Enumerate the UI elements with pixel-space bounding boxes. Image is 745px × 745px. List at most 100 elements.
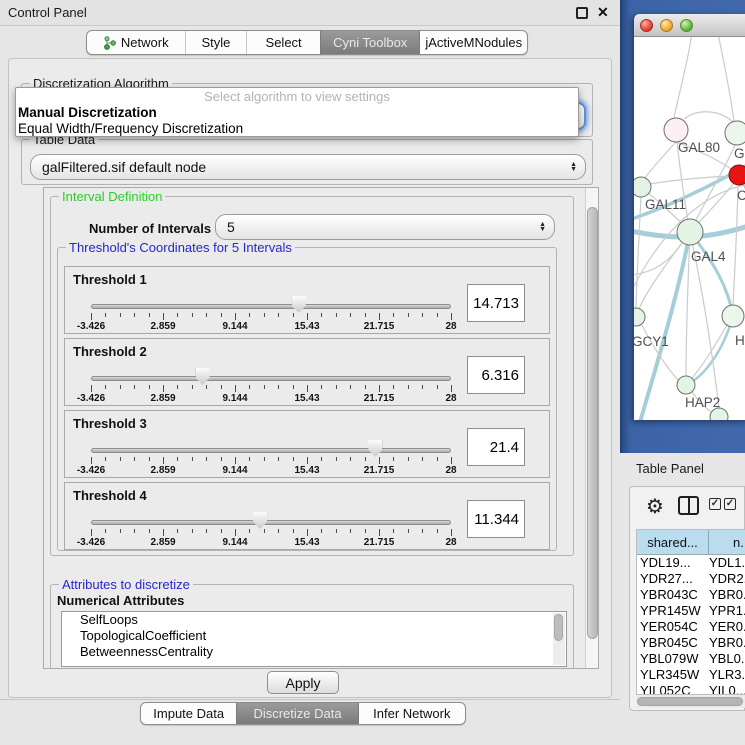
slider-tick-label: -3.426 <box>77 393 105 404</box>
tab-label: Discretize Data <box>253 706 341 721</box>
slider-thumb[interactable] <box>253 512 267 529</box>
tab-jactivemnodules[interactable]: jActiveMNodules <box>419 31 527 54</box>
tab-discretize-data[interactable]: Discretize Data <box>236 703 357 724</box>
network-view-window: GAL80GCGAL11GAL4GCY1HHAP2 <box>634 14 745 420</box>
close-icon[interactable]: ✕ <box>597 4 609 21</box>
slider-track[interactable] <box>91 520 451 525</box>
table-row[interactable]: YIL052CYIL0... <box>637 683 745 695</box>
table-horizontal-scroll-thumb[interactable] <box>637 697 743 706</box>
slider-tick <box>91 385 92 392</box>
table-row[interactable]: YPR145WYPR1... <box>637 603 745 619</box>
network-node[interactable] <box>725 121 745 145</box>
table-horizontal-scrollbar[interactable] <box>636 695 745 708</box>
cell-name: YLR3... <box>709 667 745 683</box>
control-panel-window: Control Panel ✕ NetworkStyleSelectCyni T… <box>0 0 620 745</box>
slider-tick <box>249 529 250 533</box>
network-node[interactable] <box>722 305 744 327</box>
tab-select[interactable]: Select <box>246 31 320 54</box>
tab-cyni-toolbox[interactable]: Cyni Toolbox <box>320 31 420 54</box>
slider-tick <box>264 313 265 317</box>
attribute-item[interactable]: TopologicalCoefficient <box>62 628 566 644</box>
slider-track[interactable] <box>91 376 451 381</box>
slider-tick <box>221 529 222 533</box>
slider-tick-label: -3.426 <box>77 537 105 548</box>
slider-thumb[interactable] <box>292 296 306 313</box>
dropdown-option-equal-width[interactable]: Equal Width/Frequency Discretization <box>16 121 578 137</box>
number-of-intervals-combobox[interactable]: 5 ▲▼ <box>215 214 555 240</box>
slider-tick <box>264 529 265 533</box>
slider-tick <box>105 313 106 317</box>
dropdown-prompt: Select algorithm to view settings <box>16 88 578 105</box>
slider-tick-label: 2.859 <box>150 537 175 548</box>
close-traffic-light-icon[interactable] <box>640 19 653 32</box>
slider-track[interactable] <box>91 448 451 453</box>
panel-scrollbar[interactable] <box>585 188 599 668</box>
attributes-group-label: Attributes to discretize <box>59 577 193 592</box>
slider-tick <box>393 529 394 533</box>
network-node[interactable] <box>664 118 688 142</box>
slider-tick <box>336 313 337 317</box>
slider-thumb[interactable] <box>196 368 210 385</box>
attribute-item[interactable]: BetweennessCentrality <box>62 644 566 660</box>
slider-tick <box>307 313 308 320</box>
zoom-traffic-light-icon[interactable] <box>680 19 693 32</box>
table-row[interactable]: YER054CYER0... <box>637 619 745 635</box>
network-edge <box>690 232 733 316</box>
gear-icon[interactable]: ⚙ <box>646 494 664 518</box>
slider-thumb[interactable] <box>368 440 382 457</box>
network-node[interactable] <box>677 376 695 394</box>
attributes-list-scrollbar[interactable] <box>553 613 565 665</box>
network-node[interactable] <box>677 219 703 245</box>
tab-network[interactable]: Network <box>87 31 185 54</box>
checkbox-select-all-icon[interactable]: ✓ <box>724 498 736 510</box>
slider-tick-label: 21.715 <box>364 393 395 404</box>
threshold-value-field[interactable]: 6.316 <box>467 356 525 394</box>
split-columns-icon[interactable] <box>678 496 699 515</box>
apply-button[interactable]: Apply <box>267 671 339 694</box>
panel-scroll-thumb[interactable] <box>587 207 598 639</box>
table-data-combobox[interactable]: galFiltered.sif default node ▲▼ <box>30 154 586 180</box>
slider-tick <box>249 313 250 317</box>
threshold-value-field[interactable]: 21.4 <box>467 428 525 466</box>
attribute-item[interactable]: SelfLoops <box>62 612 566 628</box>
table-row[interactable]: YDR27...YDR2... <box>637 571 745 587</box>
table-row[interactable]: YBR043CYBR0... <box>637 587 745 603</box>
column-header-shared-name[interactable]: shared... <box>637 530 709 554</box>
network-node[interactable] <box>634 308 645 326</box>
cell-shared-name: YIL052C <box>637 683 709 695</box>
threshold-value-field[interactable]: 11.344 <box>467 500 525 538</box>
network-canvas[interactable]: GAL80GCGAL11GAL4GCY1HHAP2 <box>634 37 745 420</box>
slider-tick <box>249 385 250 389</box>
cell-name: YBR0... <box>709 635 745 651</box>
float-window-icon[interactable] <box>576 7 588 19</box>
slider-track[interactable] <box>91 304 451 309</box>
table-row[interactable]: YLR345WYLR3... <box>637 667 745 683</box>
attributes-list-scroll-thumb[interactable] <box>554 614 563 641</box>
table-row[interactable]: YBR045CYBR0... <box>637 635 745 651</box>
network-node[interactable] <box>634 177 651 197</box>
network-node[interactable] <box>729 165 745 185</box>
slider-tick-label: 9.144 <box>222 321 247 332</box>
tab-label: Select <box>266 35 302 50</box>
cell-shared-name: YER054C <box>637 619 709 635</box>
numerical-attributes-list[interactable]: SelfLoopsTopologicalCoefficientBetweenne… <box>61 611 567 667</box>
cell-name: YDR2... <box>709 571 745 587</box>
tab-style[interactable]: Style <box>185 31 247 54</box>
minimize-traffic-light-icon[interactable] <box>660 19 673 32</box>
table-row[interactable]: YBL079WYBL0... <box>637 651 745 667</box>
dropdown-option-manual[interactable]: Manual Discretization <box>16 105 578 121</box>
column-header-name[interactable]: n... <box>709 530 745 554</box>
node-attribute-table[interactable]: shared...n...YDL19...YDL1...YDR27...YDR2… <box>636 529 745 695</box>
slider-tick-label: 2.859 <box>150 321 175 332</box>
table-row[interactable]: YDL19...YDL1... <box>637 555 745 571</box>
tab-impute-data[interactable]: Impute Data <box>141 703 236 724</box>
checkbox-select-icon[interactable]: ✓ <box>709 498 721 510</box>
slider-tick <box>408 457 409 461</box>
threshold-value-field[interactable]: 14.713 <box>467 284 525 322</box>
slider-tick <box>437 313 438 317</box>
numerical-attributes-label: Numerical Attributes <box>57 593 184 608</box>
tab-infer-network[interactable]: Infer Network <box>358 703 465 724</box>
slider-tick <box>264 457 265 461</box>
slider-tick <box>379 313 380 320</box>
cell-name: YER0... <box>709 619 745 635</box>
